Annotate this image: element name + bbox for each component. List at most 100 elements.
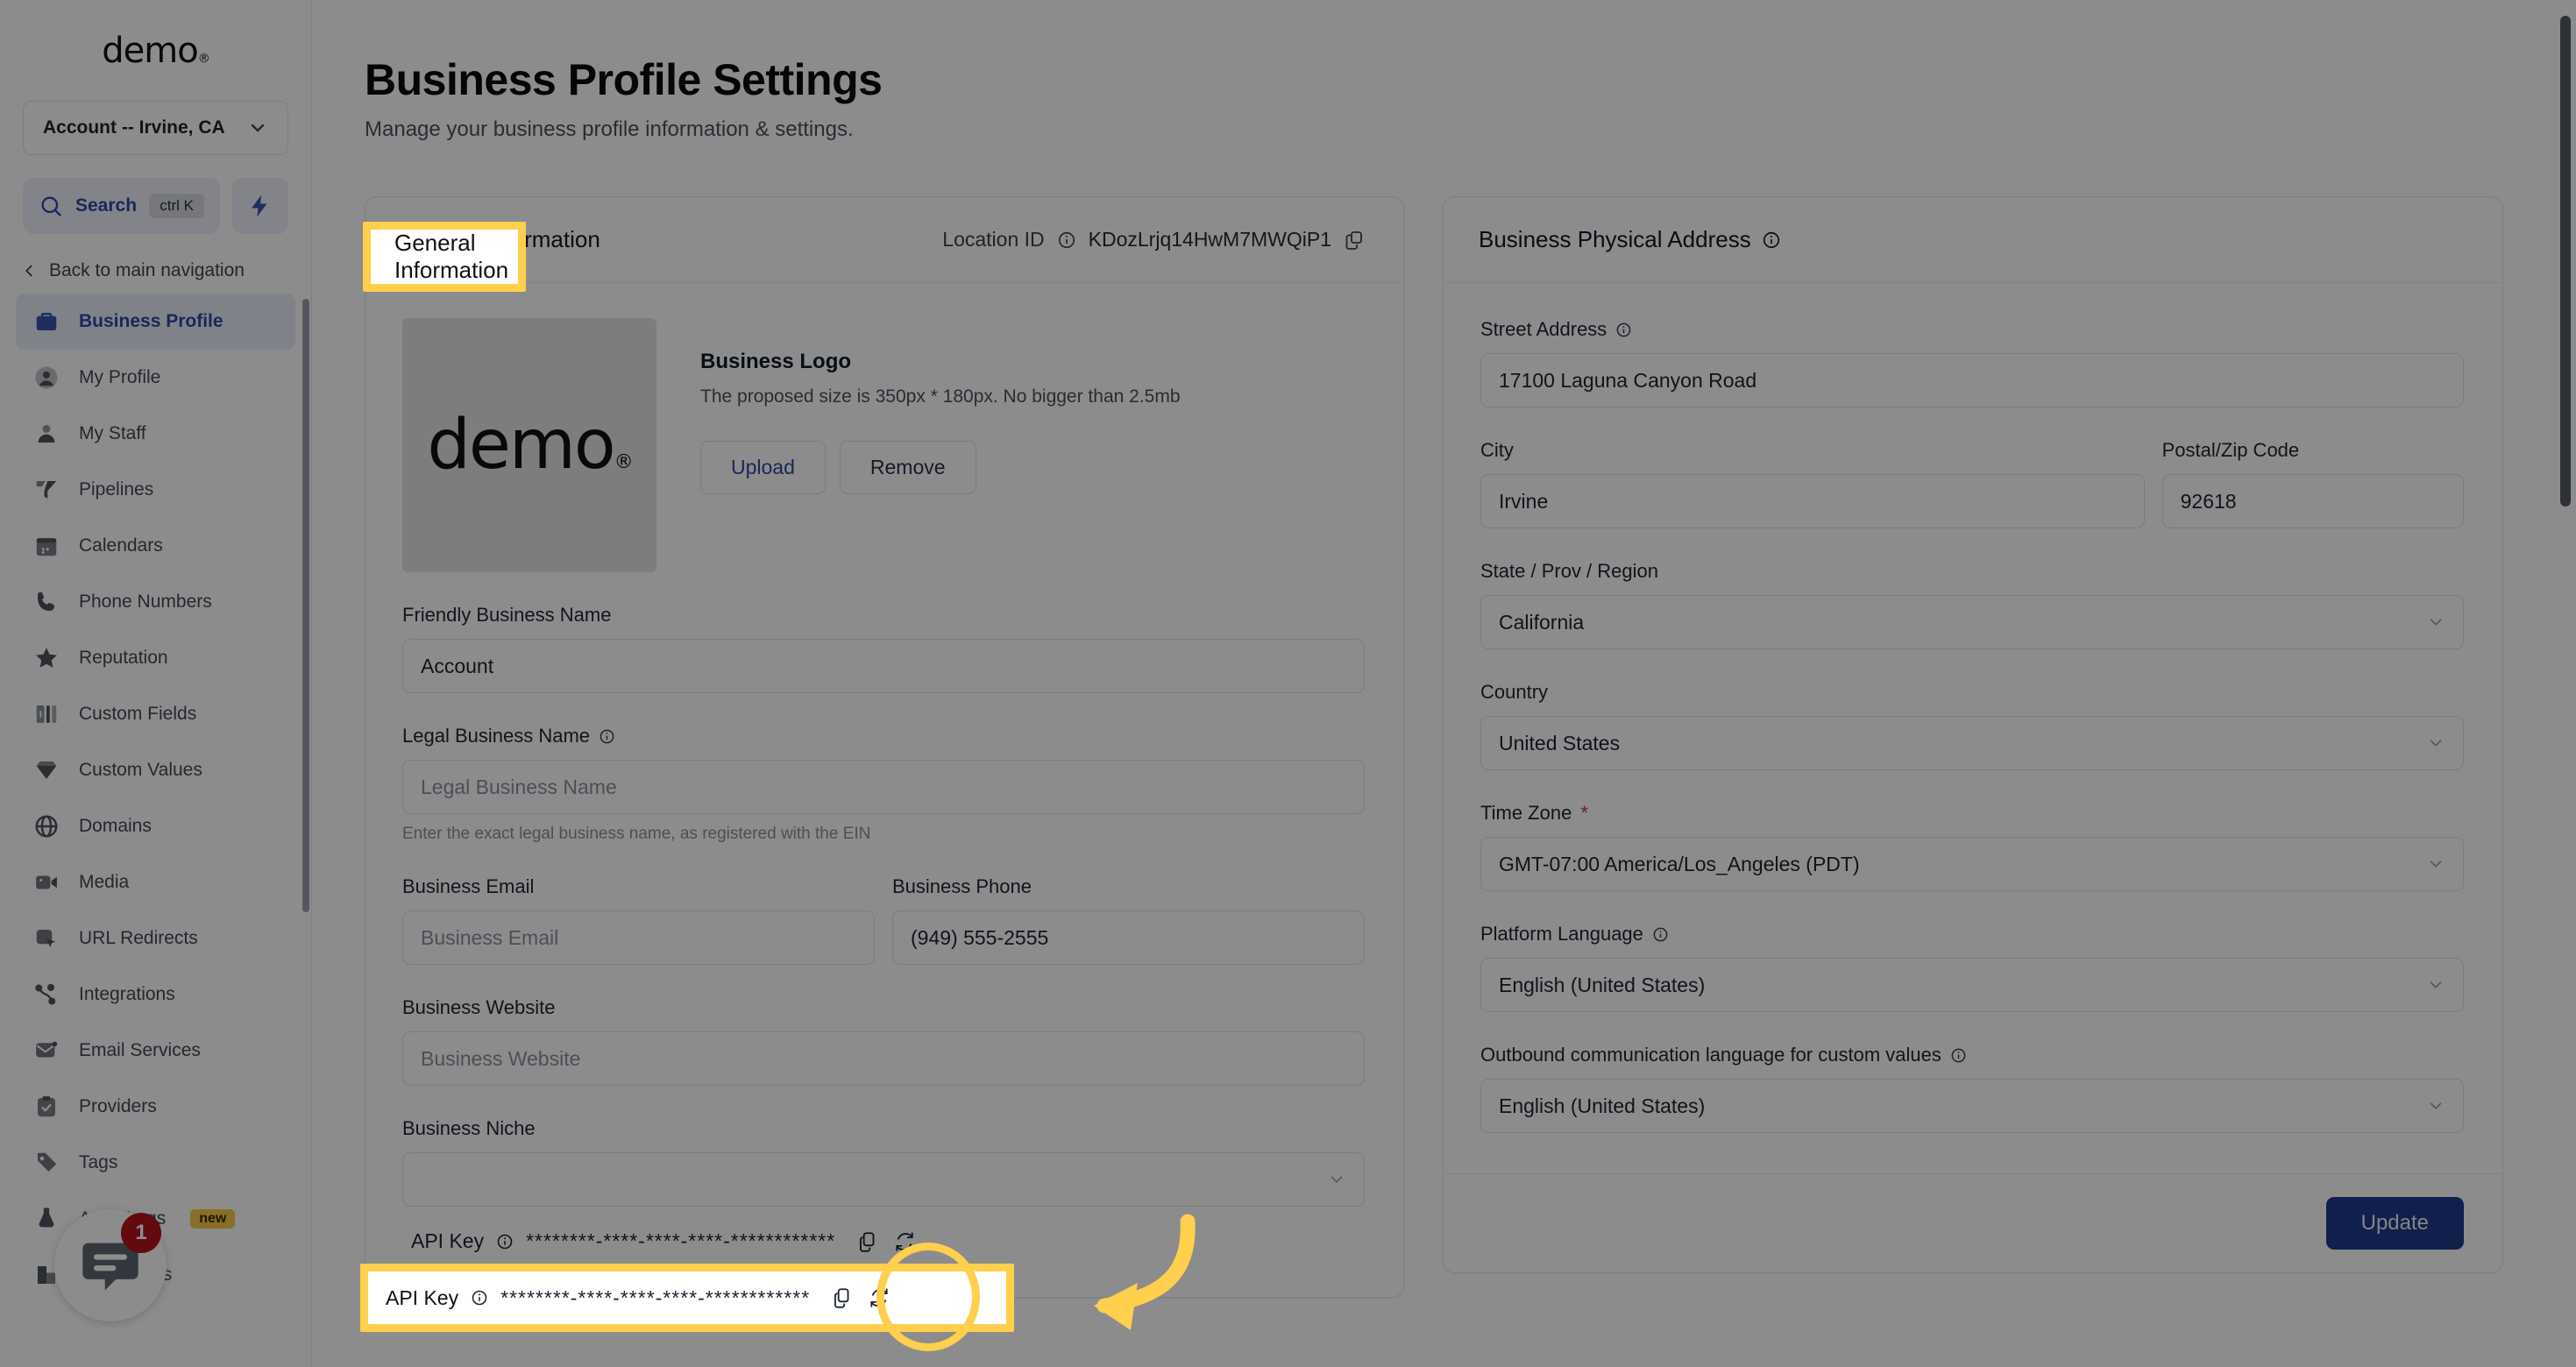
sidebar-item-providers[interactable]: Providers (16, 1079, 295, 1135)
info-icon[interactable] (1615, 322, 1632, 338)
legal-business-name-label: Legal Business Name (402, 725, 1365, 747)
video-icon (32, 868, 61, 897)
chat-widget-button[interactable]: 1 (54, 1209, 167, 1321)
sidebar-item-calendars[interactable]: Calendars (16, 518, 295, 574)
sidebar-item-media[interactable]: Media (16, 854, 295, 910)
chevron-down-icon (247, 117, 268, 138)
business-phone-value: (949) 555-2555 (911, 925, 1049, 949)
sidebar-item-domains[interactable]: Domains (16, 798, 295, 854)
sidebar-item-label: Custom Fields (79, 704, 197, 724)
sidebar-item-label: Tags (79, 1152, 118, 1172)
country-select[interactable]: United States (1480, 716, 2464, 770)
business-logo-hint: The proposed size is 350px * 180px. No b… (700, 386, 1181, 407)
street-address-label-text: Street Address (1480, 318, 1607, 340)
legal-business-name-input[interactable]: Legal Business Name (402, 760, 1365, 814)
info-icon[interactable] (1762, 230, 1781, 250)
sidebar-item-integrations[interactable]: Integrations (16, 967, 295, 1023)
quick-actions-button[interactable] (232, 178, 288, 234)
business-logo-meta: Business Logo The proposed size is 350px… (700, 318, 1181, 494)
location-id-value: KDozLrjq14HwM7MWQiP1 (1088, 228, 1331, 251)
address-card-footer: Update (1444, 1173, 2502, 1272)
country-label: Country (1480, 681, 1549, 703)
info-icon[interactable] (471, 1289, 488, 1307)
friendly-business-name-label: Friendly Business Name (402, 604, 612, 626)
business-phone-input[interactable]: (949) 555-2555 (892, 910, 1365, 965)
city-postal-row: City Irvine Postal/Zip Code 92618 (1480, 407, 2464, 528)
outbound-language-label: Outbound communication language for cust… (1480, 1044, 2464, 1066)
outbound-language-select[interactable]: English (United States) (1480, 1079, 2464, 1133)
share-nodes-icon (32, 980, 61, 1009)
lightning-bolt-icon (247, 193, 273, 219)
chat-unread-badge: 1 (121, 1213, 161, 1253)
sidebar-item-label: URL Redirects (79, 928, 198, 948)
sidebar-item-email-services[interactable]: Email Services (16, 1023, 295, 1079)
state-group: State / Prov / Region California (1480, 560, 2464, 649)
info-icon[interactable] (496, 1233, 514, 1250)
search-icon (39, 194, 63, 218)
back-to-main-navigation[interactable]: Back to main navigation (0, 234, 311, 294)
postal-code-value: 92618 (2180, 489, 2237, 513)
chevron-down-icon (2426, 733, 2445, 753)
logo-registered-mark: ® (614, 451, 634, 473)
postal-code-label: Postal/Zip Code (2161, 439, 2300, 461)
sidebar-item-custom-values[interactable]: Custom Values (16, 742, 295, 798)
sidebar-item-label: Media (79, 872, 130, 892)
sidebar-nav-list: Business Profile My Profile My Staff Pip… (0, 294, 311, 1367)
app-root: demo ® Account -- Irvine, CA Search ctrl … (0, 0, 2576, 1367)
upload-button[interactable]: Upload (700, 441, 826, 494)
sidebar-item-business-profile[interactable]: Business Profile (16, 294, 295, 350)
info-icon[interactable] (1652, 926, 1669, 943)
sidebar-item-my-staff[interactable]: My Staff (16, 406, 295, 462)
country-value: United States (1499, 731, 1621, 754)
info-icon[interactable] (1950, 1047, 1967, 1064)
friendly-business-name-value: Account (421, 654, 494, 677)
sidebar-item-pipelines[interactable]: Pipelines (16, 462, 295, 518)
remove-button[interactable]: Remove (839, 441, 976, 494)
business-logo-row: demo® Business Logo The proposed size is… (402, 318, 1365, 572)
api-key-label: API Key (386, 1286, 459, 1309)
timezone-label: Time Zone * (1480, 802, 2464, 825)
city-input[interactable]: Irvine (1480, 474, 2145, 528)
business-website-input[interactable]: Business Website (402, 1031, 1365, 1086)
update-button[interactable]: Update (2325, 1197, 2464, 1250)
sidebar-item-phone-numbers[interactable]: Phone Numbers (16, 574, 295, 630)
sidebar-item-my-profile[interactable]: My Profile (16, 350, 295, 406)
sidebar-scrollbar[interactable] (302, 299, 309, 912)
sidebar-item-url-redirects[interactable]: URL Redirects (16, 910, 295, 967)
info-icon[interactable] (599, 728, 615, 745)
sidebar-item-label: Calendars (79, 535, 163, 556)
sidebar-item-tags[interactable]: Tags (16, 1135, 295, 1191)
business-niche-label: Business Niche (402, 1117, 536, 1139)
business-email-input[interactable]: Business Email (402, 910, 875, 965)
new-badge: new (190, 1209, 236, 1229)
api-key-masked-value: ********-****-****-****-************ (526, 1229, 836, 1252)
copy-icon[interactable] (1344, 230, 1365, 251)
friendly-business-name-input[interactable]: Account (402, 639, 1365, 693)
highlighted-tab-label[interactable]: General Information (394, 222, 561, 292)
postal-code-input[interactable]: 92618 (2161, 474, 2464, 528)
brand-text: demo (102, 30, 198, 71)
sidebar: demo® Account -- Irvine, CA Search ctrl … (0, 0, 312, 1367)
platform-language-group: Platform Language English (United States… (1480, 923, 2464, 1012)
business-niche-select[interactable] (402, 1152, 1365, 1207)
info-icon[interactable] (1057, 230, 1076, 250)
copy-icon[interactable] (831, 1286, 854, 1309)
street-address-input[interactable]: 17100 Laguna Canyon Road (1480, 353, 2464, 407)
copy-icon[interactable] (856, 1230, 879, 1253)
sidebar-item-label: Providers (79, 1096, 157, 1116)
user-circle-icon (32, 363, 61, 393)
clipboard-check-icon (32, 1092, 61, 1122)
page-scrollbar[interactable] (2560, 16, 2571, 506)
platform-language-select[interactable]: English (United States) (1480, 958, 2464, 1012)
street-address-value: 17100 Laguna Canyon Road (1499, 368, 1757, 392)
search-input[interactable]: Search ctrl K (23, 178, 220, 234)
sidebar-item-custom-fields[interactable]: Custom Fields (16, 686, 295, 742)
timezone-select[interactable]: GMT-07:00 America/Los_Angeles (PDT) (1480, 837, 2464, 891)
account-selector-label: Account -- Irvine, CA (43, 117, 225, 138)
sidebar-item-reputation[interactable]: Reputation (16, 630, 295, 686)
main-content: Business Profile Settings Manage your bu… (312, 0, 2576, 1367)
state-select[interactable]: California (1480, 595, 2464, 649)
chevron-left-icon (19, 261, 39, 280)
columns-icon (32, 699, 61, 729)
account-selector[interactable]: Account -- Irvine, CA (23, 101, 288, 155)
